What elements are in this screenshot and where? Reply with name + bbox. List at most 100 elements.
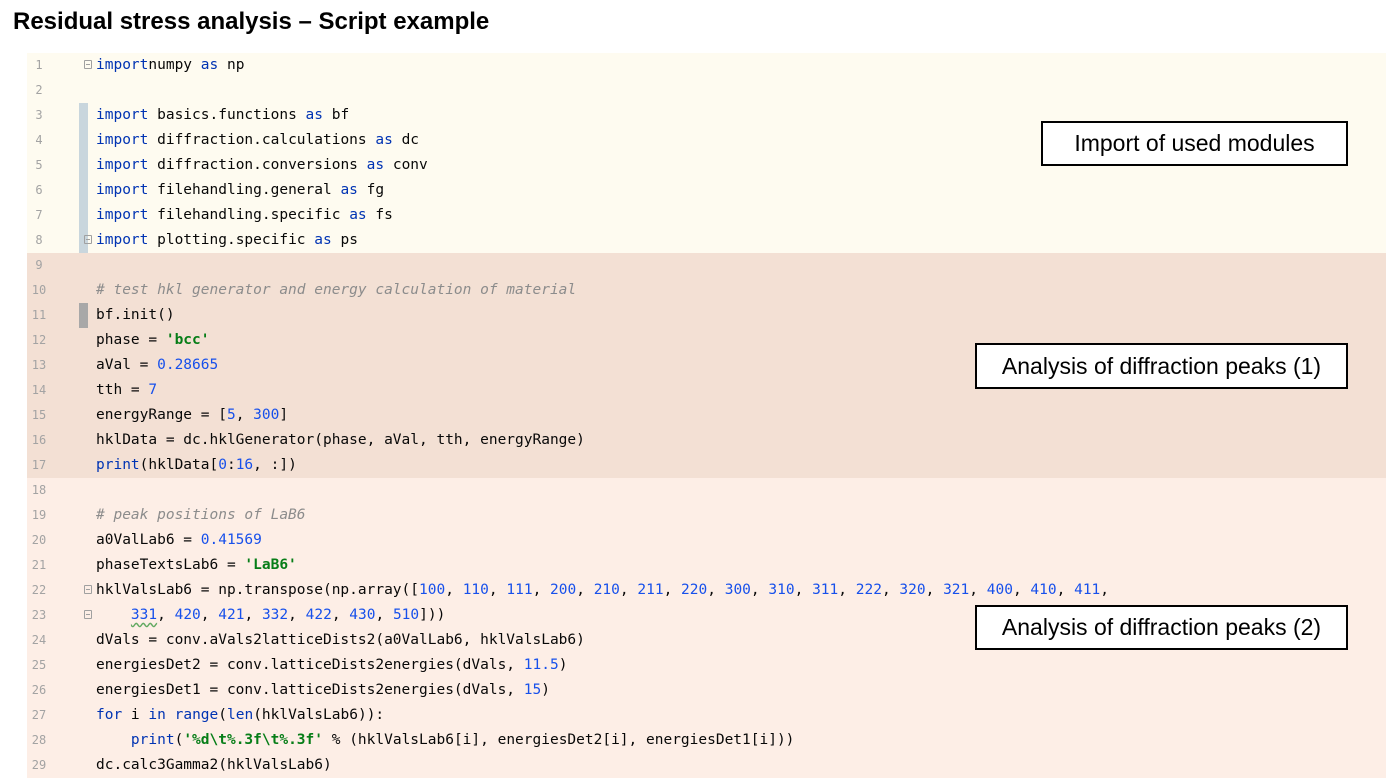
code-token: len — [227, 707, 254, 723]
fold-toggle-icon[interactable] — [84, 610, 92, 619]
code-token: 310 — [768, 582, 795, 598]
code-token: fs — [366, 207, 393, 223]
code-token: fg — [357, 182, 385, 198]
code-token: , — [244, 607, 262, 623]
code-token: 100 — [419, 582, 446, 598]
code-token: basics.functions — [148, 107, 306, 123]
code-token: print — [130, 732, 175, 748]
line-number: 7 — [35, 208, 43, 222]
code-text: hklValsLab6 = np.transpose(np.array([100… — [96, 578, 1109, 603]
code-line[interactable]: 15 energyRange = [5, 300] — [27, 403, 1386, 428]
code-token: , — [1100, 582, 1110, 598]
changed-line-marker[interactable] — [79, 153, 88, 178]
code-token: , :]) — [253, 457, 297, 473]
code-token: 321 — [943, 582, 970, 598]
code-text: print(hklData[0:16, :]) — [96, 453, 297, 478]
code-token: 331 — [130, 607, 158, 623]
code-comment: # peak positions of LaB6 — [96, 507, 306, 523]
line-number: 14 — [31, 383, 47, 397]
code-line[interactable]: 7 import filehandling.specific as fs — [27, 203, 1386, 228]
modified-line-marker[interactable] — [79, 303, 88, 328]
changed-line-marker[interactable] — [79, 178, 88, 203]
code-token: , — [794, 582, 813, 598]
code-line[interactable]: 19 # peak positions of LaB6 — [27, 503, 1386, 528]
code-line[interactable]: 6 import filehandling.general as fg — [27, 178, 1386, 203]
code-token: energiesDet2 = conv.latticeDists2energie… — [96, 657, 524, 673]
code-token: 16 — [235, 457, 254, 473]
code-token: , — [881, 582, 900, 598]
code-token: diffraction.conversions — [148, 157, 367, 173]
code-text: import diffraction.conversions as conv — [96, 153, 428, 178]
code-token: 300 — [724, 582, 751, 598]
line-number: 20 — [31, 533, 47, 547]
code-line[interactable]: 9 — [27, 253, 1386, 278]
code-line[interactable]: 18 — [27, 478, 1386, 503]
code-text: hklData = dc.hklGenerator(phase, aVal, t… — [96, 428, 585, 453]
code-text: a0ValLab6 = 0.41569 — [96, 528, 262, 553]
code-text: importnumpy as np — [96, 53, 244, 78]
code-token: , — [288, 607, 306, 623]
code-text: phaseTextsLab6 = 'LaB6' — [96, 553, 297, 578]
code-token: import — [96, 107, 149, 123]
code-token: 510 — [392, 607, 420, 623]
code-line[interactable]: 11 bf.init() — [27, 303, 1386, 328]
line-number: 9 — [35, 258, 43, 272]
code-token: ( — [218, 707, 227, 723]
line-number: 4 — [35, 133, 43, 147]
code-line[interactable]: 26 energiesDet1 = conv.latticeDists2energ… — [27, 678, 1386, 703]
code-line[interactable]: 10 # test hkl generator and energy calcul… — [27, 278, 1386, 303]
line-number: 25 — [31, 658, 47, 672]
code-token: , — [969, 582, 987, 598]
code-token: as — [375, 132, 393, 148]
code-token: diffraction.calculations — [148, 132, 376, 148]
code-text: import plotting.specific as ps — [96, 228, 358, 253]
code-token: as — [200, 57, 219, 73]
code-token: import — [96, 57, 149, 73]
code-text: import filehandling.specific as fs — [96, 203, 393, 228]
line-number: 1 — [35, 58, 43, 72]
line-number: 16 — [31, 433, 47, 447]
code-token: 7 — [148, 382, 158, 398]
code-token: import — [96, 232, 149, 248]
code-token: ps — [331, 232, 358, 248]
code-token: ( — [174, 732, 184, 748]
code-token: conv — [384, 157, 428, 173]
code-token: bf — [323, 107, 350, 123]
code-line[interactable]: 16 hklData = dc.hklGenerator(phase, aVal,… — [27, 428, 1386, 453]
code-line[interactable]: 29 dc.calc3Gamma2(hklValsLab6) — [27, 753, 1386, 778]
code-line[interactable]: 20 a0ValLab6 = 0.41569 — [27, 528, 1386, 553]
code-line[interactable]: 25 energiesDet2 = conv.latticeDists2energ… — [27, 653, 1386, 678]
changed-line-marker[interactable] — [79, 103, 88, 128]
code-token: , — [1012, 582, 1031, 598]
changed-line-marker[interactable] — [79, 203, 88, 228]
code-token: i — [122, 707, 149, 723]
code-token: ) — [558, 657, 568, 673]
code-token: dc — [392, 132, 420, 148]
code-token: : — [226, 457, 236, 473]
changed-line-marker[interactable] — [79, 128, 88, 153]
code-token: import — [96, 182, 149, 198]
code-token: 210 — [593, 582, 620, 598]
code-line[interactable]: 8 import plotting.specific as ps — [27, 228, 1386, 253]
code-line[interactable]: 22 hklValsLab6 = np.transpose(np.array([1… — [27, 578, 1386, 603]
code-token: 332 — [261, 607, 289, 623]
code-token: , — [925, 582, 944, 598]
fold-toggle-icon[interactable] — [84, 60, 92, 69]
code-line[interactable]: 27 for i in range(len(hklValsLab6)): — [27, 703, 1386, 728]
code-text: import diffraction.calculations as dc — [96, 128, 419, 153]
annotation-peaks-2: Analysis of diffraction peaks (2) — [975, 605, 1348, 650]
line-number: 10 — [31, 283, 47, 297]
code-token: hklValsLab6 = np.transpose(np.array([ — [96, 582, 420, 598]
fold-toggle-icon[interactable] — [84, 585, 92, 594]
code-token: 400 — [986, 582, 1013, 598]
code-line[interactable]: 21 phaseTextsLab6 = 'LaB6' — [27, 553, 1386, 578]
code-token: as — [340, 182, 358, 198]
code-line[interactable]: 28 print('%d\t%.3f\t%.3f' % (hklValsLab6… — [27, 728, 1386, 753]
code-text: phase = 'bcc' — [96, 328, 210, 353]
code-token: a0ValLab6 = — [96, 532, 201, 548]
code-line[interactable]: 1 importnumpy as np — [27, 53, 1386, 78]
fold-toggle-icon[interactable] — [84, 235, 92, 244]
code-line[interactable]: 2 — [27, 78, 1386, 103]
code-line[interactable]: 17 print(hklData[0:16, :]) — [27, 453, 1386, 478]
code-token: 200 — [550, 582, 577, 598]
